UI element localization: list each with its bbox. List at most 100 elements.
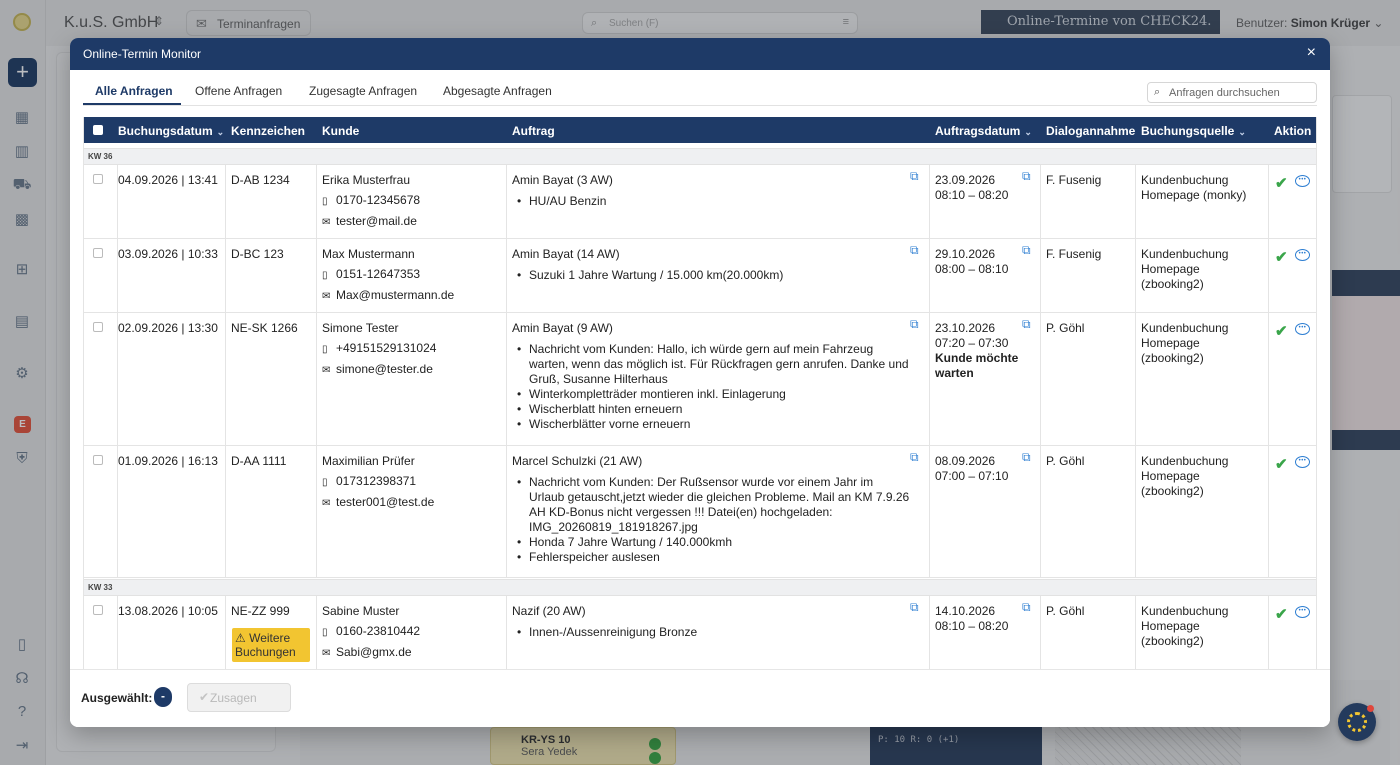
requests-search-input[interactable]: ⌕ Anfragen durchsuchen [1147,82,1317,103]
customer-name: Erika Musterfrau [322,173,411,187]
select-all-checkbox[interactable] [93,125,103,135]
checkmark-icon[interactable]: ✔ [1275,455,1288,473]
column-divider [506,165,507,238]
order-title: Amin Bayat (9 AW) [512,321,613,335]
weitere-buchungen-badge[interactable]: ⚠ Weitere Buchungen [232,628,310,662]
appointment-date: 29.10.2026 [935,247,996,261]
checkmark-icon[interactable]: ✔ [1275,248,1288,266]
phone-number: 0151-12647353 [336,267,421,281]
order-cell: Amin Bayat (9 AW) Nachricht vom Kunden: H… [512,321,910,432]
appointment-time: 07:20 – 07:30 [935,336,1009,350]
external-link-icon[interactable]: ⧉ [1022,243,1031,258]
phone-number: 0160-23810442 [336,624,421,638]
appointment-cell: 14.10.2026 08:10 – 08:20 [935,604,1025,634]
booking-source-line: Homepage [1141,336,1200,350]
external-link-icon[interactable]: ⧉ [910,600,919,615]
external-link-icon[interactable]: ⧉ [1022,600,1031,615]
order-item: Nachricht vom Kunden: Hallo, ich würde g… [512,342,910,387]
row-checkbox[interactable] [93,174,103,184]
column-divider [1268,446,1269,577]
close-icon[interactable]: × [1307,44,1316,62]
checkmark-icon[interactable]: ✔ [1275,605,1288,623]
header-buchungsdatum[interactable]: Buchungsdatum ⌄ [118,124,224,138]
table-row: 03.09.2026 | 10:33 D-BC 123 Max Mustermann… [84,239,1316,313]
order-items: Nachricht vom Kunden: Hallo, ich würde g… [512,342,910,432]
booking-source-line: Kundenbuchung [1141,454,1229,468]
speech-bubble-icon[interactable]: ••• [1295,249,1310,261]
selected-label: Ausgewählt: [81,691,153,705]
tab-alle-anfragen[interactable]: Alle Anfragen [95,84,173,98]
speech-bubble-icon[interactable]: ••• [1295,606,1310,618]
customer-cell: Erika Musterfrau ▯ 0170-12345678 ✉ tester@ma… [322,173,502,235]
support-chat-button[interactable] [1338,703,1376,741]
external-link-icon[interactable]: ⧉ [910,317,919,332]
external-link-icon[interactable]: ⧉ [910,243,919,258]
phone-icon: ▯ [322,477,328,488]
phone-icon: ▯ [322,627,328,638]
order-items: HU/AU Benzin [512,194,910,209]
dialog-acceptor: P. Göhl [1046,604,1085,618]
header-buchungsquelle[interactable]: Buchungsquelle ⌄ [1141,124,1246,138]
license-plate: D-AA 1111 [231,454,287,468]
email-address: Sabi@gmx.de [336,645,412,659]
checkmark-icon[interactable]: ✔ [1275,322,1288,340]
external-link-icon[interactable]: ⧉ [1022,450,1031,465]
column-divider [225,165,226,238]
column-divider [1268,239,1269,312]
booking-date: 13.08.2026 | 10:05 [118,604,218,618]
customer-phone[interactable]: ▯ 0151-12647353 [322,267,502,283]
notification-dot [1367,705,1374,712]
external-link-icon[interactable]: ⧉ [910,450,919,465]
column-divider [1040,313,1041,445]
speech-bubble-icon[interactable]: ••• [1295,456,1310,468]
order-item: Fehlerspeicher auslesen [512,550,910,565]
customer-email[interactable]: ✉ simone@tester.de [322,362,502,378]
column-divider [1268,313,1269,445]
customer-email[interactable]: ✉ Sabi@gmx.de [322,645,502,661]
customer-name: Sabine Muster [322,604,400,618]
order-items: Innen-/Aussenreinigung Bronze [512,625,910,640]
booking-date: 02.09.2026 | 13:30 [118,321,218,335]
tab-abgesagte-anfragen[interactable]: Abgesagte Anfragen [443,84,552,98]
customer-phone[interactable]: ▯ +49151529131024 [322,341,502,357]
active-tab-indicator [83,103,181,105]
table-row: 13.08.2026 | 10:05 NE-ZZ 999 ⚠ Weitere Buc… [84,596,1316,669]
tab-zugesagte-anfragen[interactable]: Zugesagte Anfragen [309,84,417,98]
license-plate: NE-ZZ 999 [231,604,290,618]
header-auftragsdatum[interactable]: Auftragsdatum ⌄ [935,124,1032,138]
booking-source-line: Kundenbuchung [1141,321,1229,335]
tab-offene-anfragen[interactable]: Offene Anfragen [195,84,282,98]
row-checkbox[interactable] [93,248,103,258]
zusagen-button[interactable]: ✔ Zusagen [187,683,291,712]
customer-phone[interactable]: ▯ 017312398371 [322,474,502,490]
external-link-icon[interactable]: ⧉ [1022,317,1031,332]
phone-icon: ▯ [322,196,328,207]
row-checkbox[interactable] [93,605,103,615]
column-divider [1135,239,1136,312]
customer-phone[interactable]: ▯ 0170-12345678 [322,193,502,209]
customer-email[interactable]: ✉ tester001@test.de [322,495,502,511]
customer-cell: Max Mustermann ▯ 0151-12647353 ✉ Max@musterm… [322,247,502,309]
speech-bubble-icon[interactable]: ••• [1295,323,1310,335]
customer-phone[interactable]: ▯ 0160-23810442 [322,624,502,640]
row-checkbox[interactable] [93,455,103,465]
dialog-acceptor: P. Göhl [1046,454,1085,468]
phone-icon: ▯ [322,344,328,355]
phone-number: +49151529131024 [336,341,437,355]
order-item: Innen-/Aussenreinigung Bronze [512,625,910,640]
warning-triangle-icon: ⚠ [235,631,250,645]
row-checkbox[interactable] [93,322,103,332]
booking-source-line: Homepage [1141,262,1200,276]
speech-bubble-icon[interactable]: ••• [1295,175,1310,187]
customer-email[interactable]: ✉ tester@mail.de [322,214,502,230]
column-divider [316,446,317,577]
column-divider [929,446,930,577]
external-link-icon[interactable]: ⧉ [910,169,919,184]
booking-source: Kundenbuchung Homepage (monky) [1141,173,1266,203]
order-cell: Amin Bayat (14 AW) Suzuki 1 Jahre Wartung… [512,247,910,283]
dialog-acceptor: F. Fusenig [1046,247,1102,261]
customer-email[interactable]: ✉ Max@mustermann.de [322,288,502,304]
external-link-icon[interactable]: ⧉ [1022,169,1031,184]
license-plate: D-AB 1234 [231,173,290,187]
checkmark-icon[interactable]: ✔ [1275,174,1288,192]
